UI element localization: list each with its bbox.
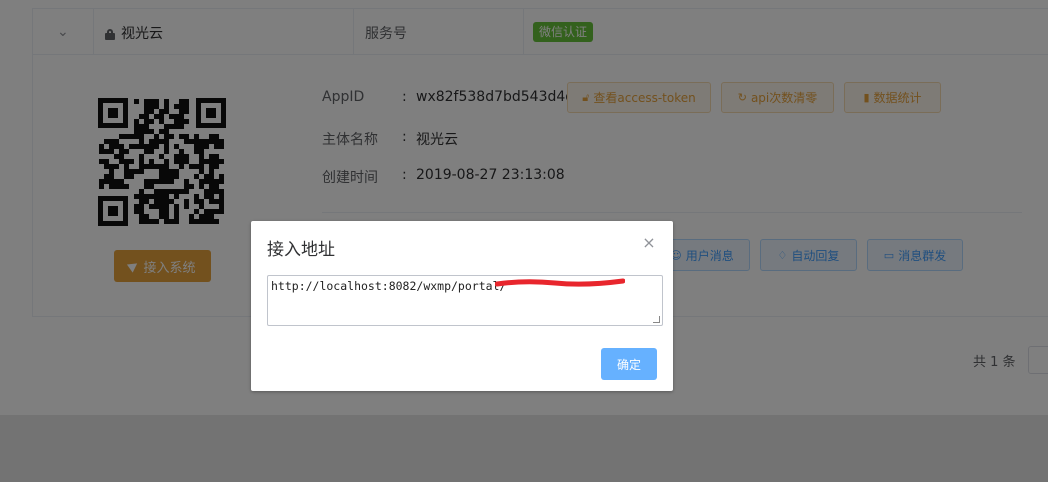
close-icon[interactable]: × — [642, 235, 656, 251]
confirm-label: 确定 — [616, 357, 641, 372]
resize-handle[interactable] — [653, 316, 660, 323]
url-text: http://localhost:8082/wxmp/portal/ — [271, 279, 507, 293]
dialog-title: 接入地址 — [267, 240, 335, 260]
access-url-dialog: 接入地址 × http://localhost:8082/wxmp/portal… — [251, 221, 673, 391]
redaction-scribble — [495, 278, 625, 287]
confirm-button[interactable]: 确定 — [601, 348, 657, 380]
